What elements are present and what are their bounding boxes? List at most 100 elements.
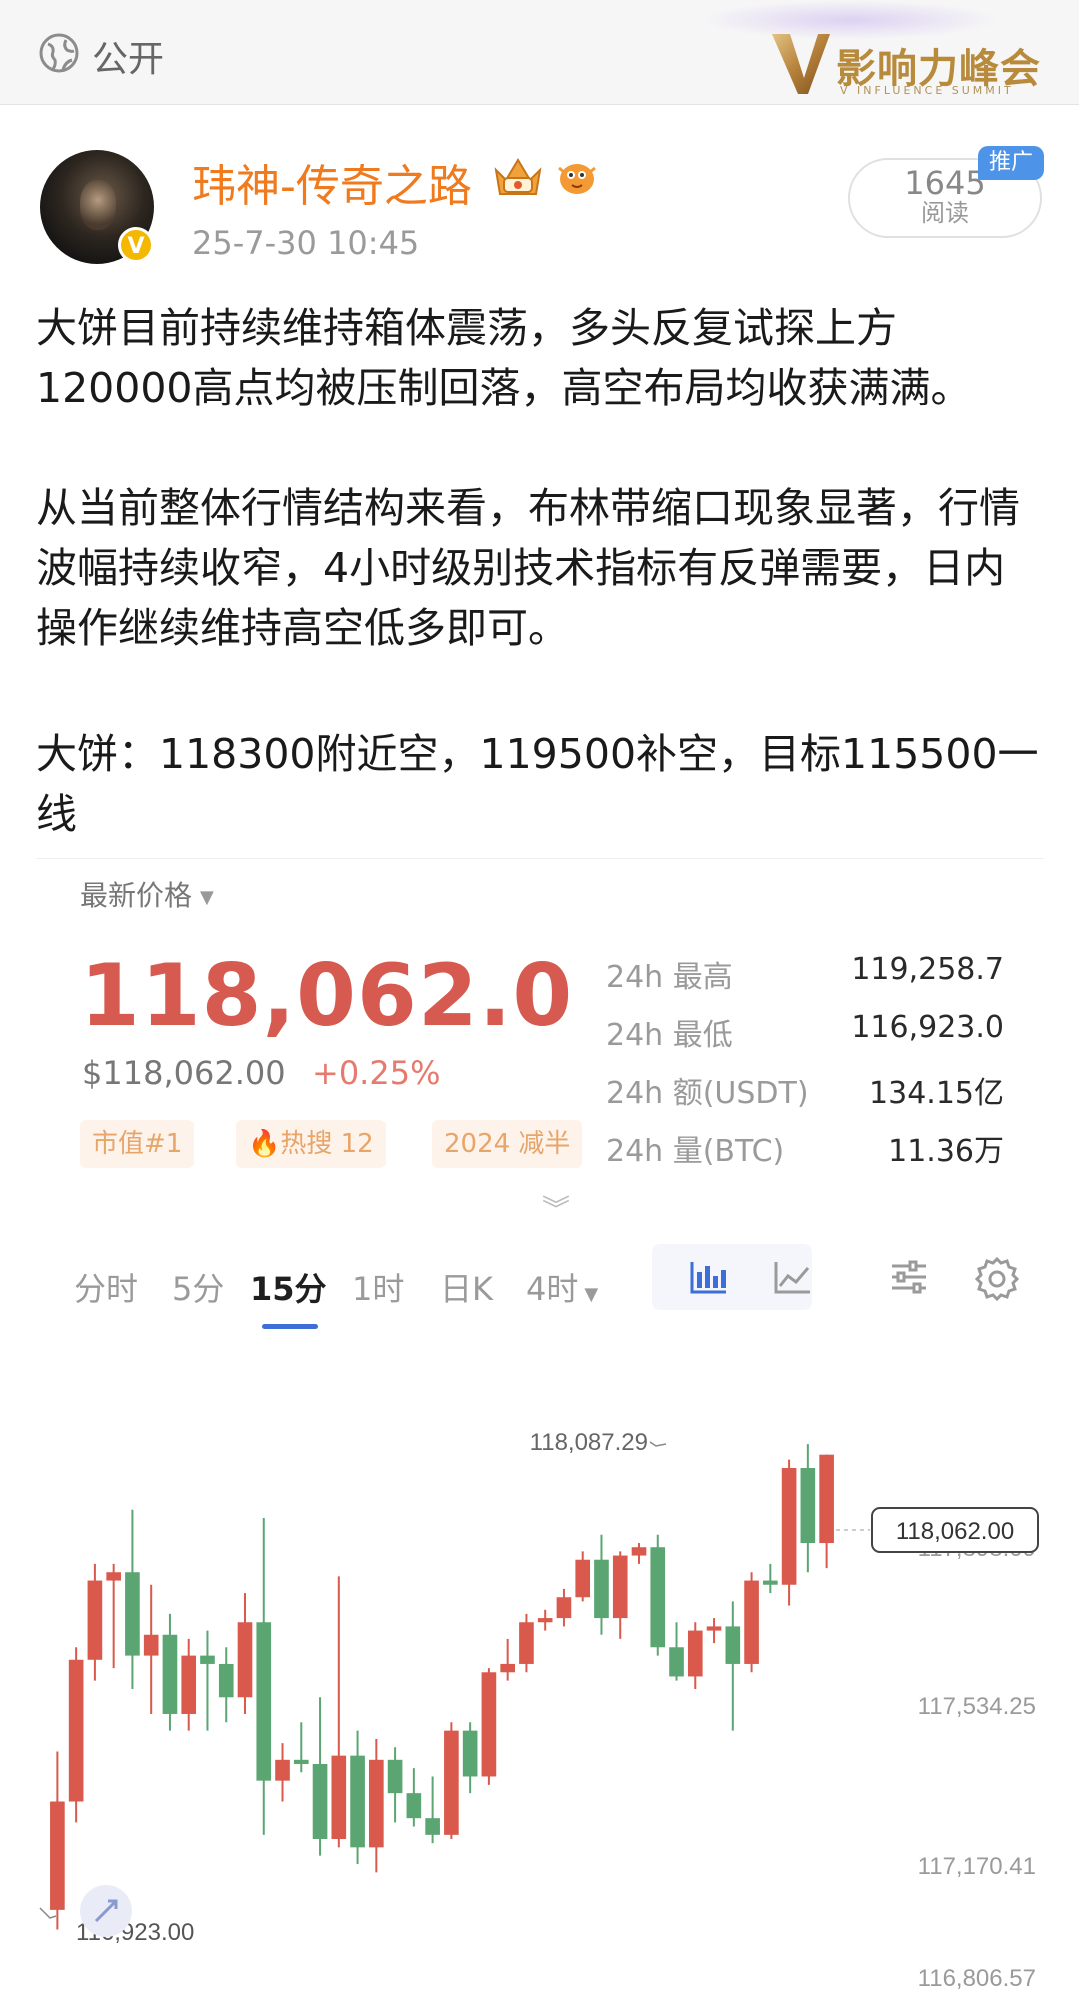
candle-body (763, 1580, 778, 1585)
stat-label-volume: 24h 量(BTC) (606, 1134, 785, 1169)
candle-body (519, 1622, 534, 1664)
v-logo-icon (772, 34, 830, 94)
candle-body (725, 1626, 741, 1664)
candle-body (387, 1759, 403, 1794)
candlestick-chart[interactable]: 117,898.09117,534.25117,170.41116,806.57… (36, 1358, 1044, 1994)
candle-body (256, 1622, 272, 1781)
candle-body (143, 1634, 159, 1656)
caret-down-icon: ▼ (200, 886, 214, 908)
tag-halving[interactable]: 2024 减半 (432, 1120, 583, 1168)
candle-body (200, 1655, 215, 1664)
last-price-label: 118,062.00 (896, 1518, 1014, 1545)
stat-label-low: 24h 最低 (606, 1018, 733, 1053)
candle-body (687, 1630, 703, 1677)
latest-price-label: 最新价格 (80, 879, 193, 912)
candle-body (444, 1730, 459, 1835)
candle-body (594, 1559, 609, 1619)
candle-body (612, 1555, 628, 1619)
post-paragraph-2: 从当前整体行情结构来看，布林带缩口现象显著，行情波幅持续收窄，4小时级别技术指标… (36, 484, 1020, 652)
max-price-label: 118,087.29 (530, 1429, 648, 1456)
candle-body (650, 1547, 666, 1648)
candle-body (781, 1468, 797, 1585)
candle-body (819, 1454, 834, 1544)
tab-5min[interactable]: 5分 (172, 1264, 224, 1310)
fish-badge-icon (558, 164, 596, 194)
stat-value-high: 119,258.7 (851, 952, 1004, 987)
candle-body (369, 1759, 384, 1848)
candle-body (706, 1626, 722, 1631)
candle-body (218, 1663, 234, 1698)
stat-value-volume: 11.36万 (888, 1134, 1004, 1169)
stat-label-turnover: 24h 额(USDT) (606, 1076, 809, 1111)
post-paragraph-1: 大饼目前持续维持箱体震荡，多头反复试探上方120000高点均被压制回落，高空布局… (36, 304, 972, 412)
candle-body (181, 1655, 197, 1714)
candle-body (106, 1572, 121, 1581)
fire-icon: 🔥 (248, 1129, 281, 1159)
candle-body (575, 1559, 591, 1598)
promo-badge: 推广 (978, 146, 1044, 180)
candle-body (462, 1730, 478, 1777)
tab-4h-label: 4时 (526, 1270, 579, 1308)
line-chart-icon[interactable] (766, 1250, 820, 1304)
current-price: 118,062.0 (80, 946, 574, 1046)
candle-body (312, 1763, 328, 1840)
y-axis-label: 117,534.25 (918, 1693, 1036, 1720)
top-glow (700, 0, 1000, 40)
usd-price: $118,062.00 (82, 1054, 286, 1092)
candle-body (406, 1793, 422, 1819)
candle-body (275, 1759, 290, 1781)
candle-body (350, 1755, 365, 1848)
divider (36, 858, 1044, 859)
post-paragraph-3: 大饼：118300附近空，119500补空，目标115500一线 (36, 730, 1039, 838)
candle-body (162, 1634, 178, 1714)
candle-body (87, 1580, 103, 1660)
candle-body (744, 1580, 759, 1664)
tag-market-cap[interactable]: 市值#1 (80, 1120, 195, 1168)
stat-value-low: 116,923.0 (851, 1010, 1004, 1045)
candle-body (50, 1801, 65, 1910)
tag-hot-search[interactable]: 🔥热搜 12 (236, 1120, 386, 1168)
brand-subtitle: V INFLUENCE SUMMIT (840, 84, 1014, 97)
post-time: 25-7-30 10:45 (192, 224, 420, 262)
tab-1h[interactable]: 1时 (352, 1264, 404, 1310)
top-bar: 公开 影响力峰会 V INFLUENCE SUMMIT (0, 0, 1079, 105)
market-screenshot[interactable]: 最新价格 ▼ 118,062.0 $118,062.00 +0.25% 市值#1 … (36, 858, 1044, 1994)
globe-icon (39, 33, 79, 73)
latest-price-selector[interactable]: 最新价格 ▼ (80, 874, 214, 914)
candle-body (481, 1672, 497, 1777)
tab-15min[interactable]: 15分 (250, 1264, 327, 1310)
gear-icon[interactable] (970, 1250, 1024, 1304)
tab-4h[interactable]: 4时 ▼ (526, 1264, 598, 1310)
crown-badge-icon (494, 158, 542, 195)
stat-label-high: 24h 最高 (606, 960, 733, 995)
price-change: +0.25% (312, 1054, 441, 1092)
active-tab-indicator (262, 1324, 318, 1329)
candle-body (669, 1647, 684, 1677)
candle-body (293, 1759, 309, 1764)
candle-body (500, 1663, 515, 1673)
candle-body (425, 1818, 440, 1835)
candle-body (537, 1618, 553, 1623)
verified-badge-icon: V (118, 227, 154, 263)
candle-body (800, 1468, 816, 1544)
tab-daily[interactable]: 日K (440, 1264, 493, 1310)
visibility-label[interactable]: 公开 (92, 30, 164, 82)
candle-body (331, 1755, 347, 1840)
username[interactable]: 玮神-传奇之路 (192, 150, 472, 214)
expand-chevron-icon[interactable]: ︾ (542, 1188, 570, 1228)
candle-chart-icon[interactable] (682, 1250, 736, 1304)
tab-timeshare[interactable]: 分时 (74, 1264, 138, 1310)
y-axis-label: 116,806.57 (918, 1965, 1036, 1992)
tag-hot-search-label: 热搜 12 (280, 1129, 374, 1159)
stat-value-turnover: 134.15亿 (869, 1076, 1004, 1111)
read-label: 阅读 (921, 199, 969, 227)
candle-body (237, 1622, 253, 1698)
y-axis-label: 117,170.41 (918, 1853, 1036, 1880)
indicator-settings-icon[interactable] (882, 1250, 936, 1304)
candle-body (125, 1572, 140, 1656)
candle-body (68, 1659, 84, 1802)
candle-body (631, 1547, 647, 1556)
max-price-marker (649, 1441, 667, 1447)
caret-down-icon: ▼ (584, 1284, 599, 1305)
candle-body (556, 1597, 572, 1619)
